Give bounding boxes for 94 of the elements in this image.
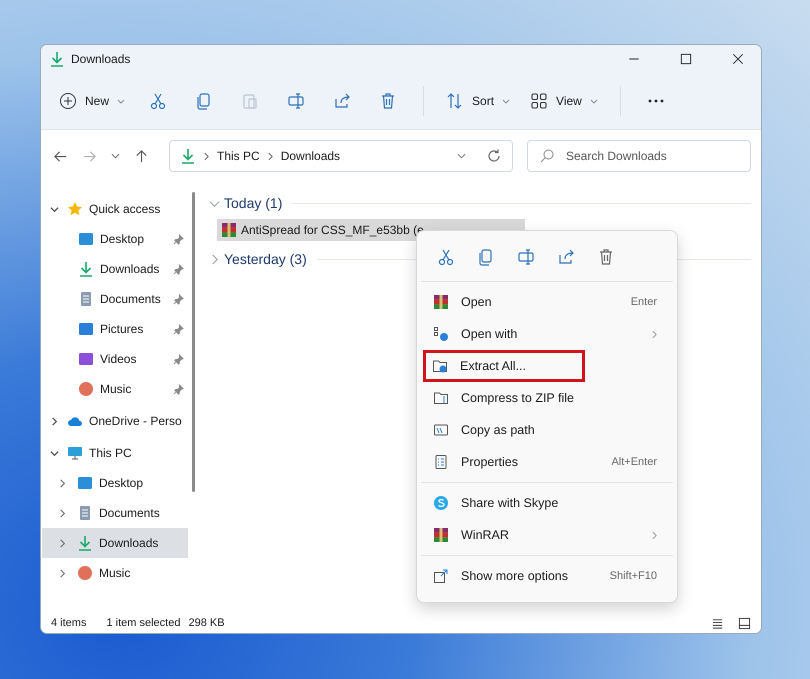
nav-item[interactable]: Documents [42, 284, 188, 314]
breadcrumb[interactable]: Downloads [280, 149, 340, 163]
download-icon [180, 148, 196, 164]
menu-item[interactable]: Open Enter [421, 286, 673, 318]
menu-item[interactable]: Share with Skype [421, 487, 673, 519]
search-icon [539, 148, 555, 164]
scrollbar-thumb[interactable] [192, 192, 195, 492]
address-bar[interactable]: This PC Downloads [169, 140, 513, 172]
chevron-icon[interactable] [58, 508, 67, 518]
selection-info: 1 item selected [106, 617, 180, 629]
chevron-icon[interactable] [50, 448, 59, 458]
menu-item[interactable]: Open with [421, 318, 673, 350]
search-field[interactable]: Search Downloads [527, 140, 751, 172]
pin-icon [173, 264, 184, 274]
refresh-icon[interactable] [486, 148, 502, 164]
menu-item[interactable]: Compress to ZIP file [421, 382, 673, 414]
nav-item[interactable]: Pictures [42, 314, 188, 344]
download-icon [49, 51, 65, 67]
computer-icon [67, 445, 83, 461]
item-count: 4 items [51, 617, 86, 629]
nav-item[interactable]: OneDrive - Perso [42, 406, 188, 436]
nav-item[interactable]: Music [42, 558, 188, 588]
shortcut-hint: Alt+Enter [611, 456, 657, 468]
sort-icon [446, 92, 464, 110]
nav-item[interactable]: Desktop [42, 224, 188, 254]
group-header[interactable]: Yesterday (3) [209, 251, 307, 267]
archive-icon [221, 222, 237, 238]
chevron-icon[interactable] [50, 204, 59, 214]
chevron-right-icon [652, 530, 657, 540]
download-icon [77, 535, 93, 551]
grid-icon [530, 92, 548, 110]
chevron-icon[interactable] [58, 568, 67, 578]
menu-item[interactable]: Extract All... [423, 350, 585, 382]
breadcrumb[interactable]: This PC [217, 149, 260, 163]
music-icon [78, 381, 94, 397]
caret-icon [502, 98, 510, 104]
chevron-right-icon [204, 152, 209, 160]
details-view-icon[interactable] [711, 616, 724, 630]
music-icon [77, 565, 93, 581]
caret-icon [117, 98, 126, 104]
back-icon[interactable] [53, 148, 68, 164]
pin-icon [173, 294, 184, 304]
menu-item[interactable]: Show more options Shift+F10 [421, 560, 673, 592]
window-title: Downloads [71, 52, 130, 66]
skype-icon [433, 495, 449, 511]
chevron-down-icon[interactable] [111, 153, 120, 159]
nav-item[interactable]: Music [42, 374, 188, 404]
archive-icon [433, 527, 449, 543]
properties-icon [433, 454, 449, 470]
open-with-icon [433, 326, 449, 342]
chevron-right-icon [268, 152, 273, 160]
nav-item[interactable]: This PC [42, 438, 188, 468]
shortcut-hint: Enter [630, 296, 657, 308]
plus-circle-icon [59, 92, 77, 110]
nav-item[interactable]: Videos [42, 344, 188, 374]
group-header[interactable]: Today (1) [209, 195, 282, 211]
nav-item[interactable]: Desktop [42, 468, 188, 498]
pin-icon [173, 354, 184, 364]
chevron-down-icon[interactable] [457, 153, 466, 159]
menu-item[interactable]: WinRAR [421, 519, 673, 551]
new-button[interactable]: New [53, 86, 132, 116]
download-icon [78, 261, 94, 277]
menu-item[interactable]: Copy as path [421, 414, 673, 446]
desktop-icon [77, 475, 93, 491]
archive-icon [433, 294, 449, 310]
zip-icon [433, 390, 449, 406]
pin-icon [173, 234, 184, 244]
path-icon [433, 422, 449, 438]
pin-icon [173, 384, 184, 394]
nav-item[interactable]: Downloads [42, 528, 188, 558]
sort-button[interactable]: Sort [440, 86, 516, 116]
desktop-icon [78, 231, 94, 247]
chevron-icon[interactable] [50, 416, 59, 426]
tiles-view-icon[interactable] [738, 616, 751, 630]
pictures-icon [78, 321, 94, 337]
view-button[interactable]: View [524, 86, 604, 116]
menu-item[interactable]: Properties Alt+Enter [421, 446, 673, 478]
document-icon [77, 505, 93, 521]
nav-item[interactable]: Downloads [42, 254, 188, 284]
up-icon[interactable] [134, 148, 149, 164]
expand-icon [433, 568, 449, 584]
caret-icon [590, 98, 598, 104]
document-icon [78, 291, 94, 307]
chevron-icon[interactable] [58, 478, 67, 488]
shortcut-hint: Shift+F10 [610, 570, 657, 582]
chevron-right-icon [652, 330, 657, 338]
nav-item[interactable]: Documents [42, 498, 188, 528]
selection-size: 298 KB [188, 617, 225, 629]
video-icon [78, 351, 94, 367]
nav-item[interactable]: Quick access [42, 194, 188, 224]
pin-icon [173, 324, 184, 334]
extract-folder-icon [432, 358, 448, 374]
chevron-icon[interactable] [58, 538, 67, 548]
star-icon [67, 201, 83, 217]
